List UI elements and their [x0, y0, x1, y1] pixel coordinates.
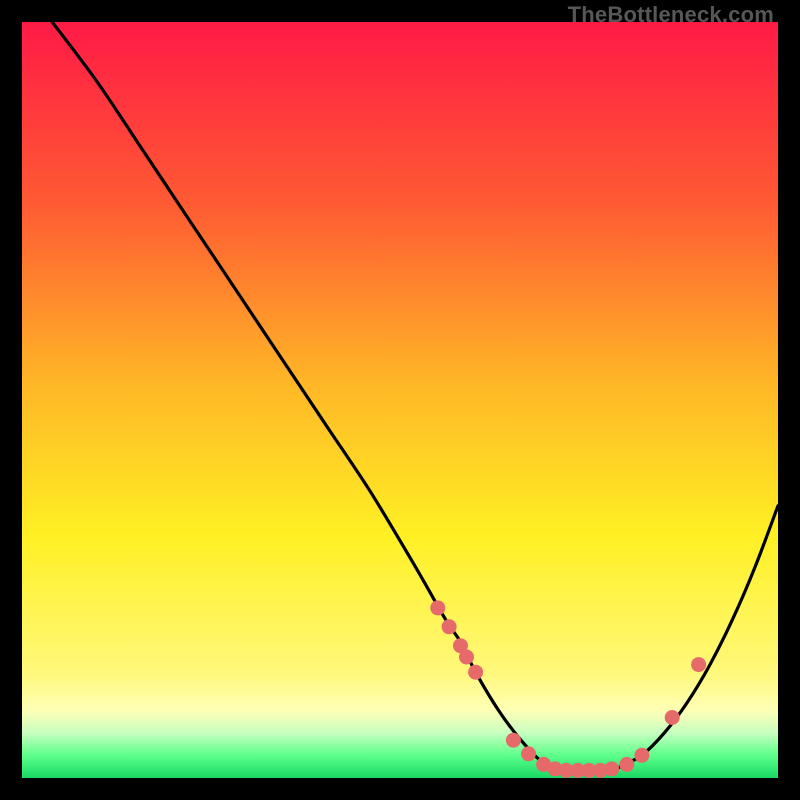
marker-point: [619, 757, 634, 772]
marker-point: [691, 657, 706, 672]
marker-point: [442, 619, 457, 634]
marker-point: [459, 650, 474, 665]
chart-frame: [22, 22, 778, 778]
marker-point: [430, 600, 445, 615]
chart-svg: [22, 22, 778, 778]
marker-point: [604, 761, 619, 776]
gradient-background: [22, 22, 778, 778]
marker-point: [634, 748, 649, 763]
marker-point: [468, 665, 483, 680]
marker-point: [665, 710, 680, 725]
watermark-text: TheBottleneck.com: [568, 2, 774, 28]
marker-point: [506, 733, 521, 748]
marker-point: [521, 746, 536, 761]
